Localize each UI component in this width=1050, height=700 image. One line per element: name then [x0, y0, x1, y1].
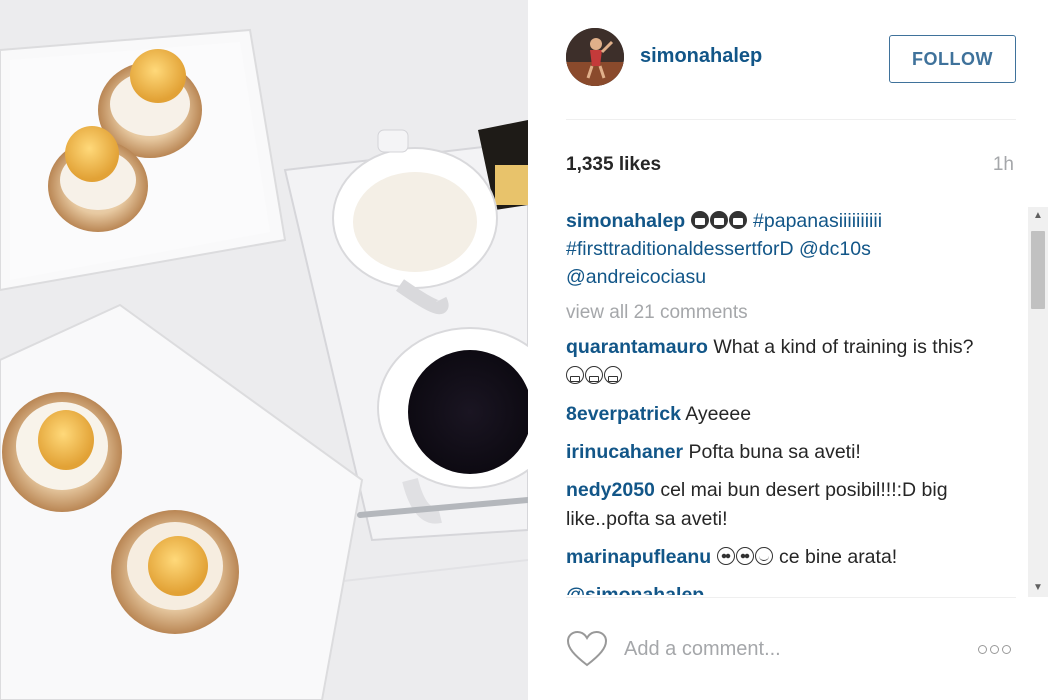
more-options-icon[interactable] — [978, 641, 1016, 657]
mention-link[interactable]: @dc10s — [799, 238, 871, 260]
heart-outline-icon[interactable] — [566, 630, 608, 668]
caption-username[interactable]: simonahalep — [566, 210, 685, 232]
scroll-down-icon[interactable]: ▼ — [1028, 579, 1048, 597]
comment-item: marinapufleanu ce bine arata! — [566, 543, 996, 572]
avatar[interactable] — [566, 28, 624, 86]
scroll-thumb[interactable] — [1031, 231, 1045, 309]
comment-item: quarantamauro What a kind of training is… — [566, 333, 996, 391]
comment-username[interactable]: nedy2050 — [566, 479, 655, 501]
hashtag-link[interactable]: #firsttraditionaldessertforD — [566, 238, 794, 260]
comment-text: What a kind of training is this? — [713, 336, 974, 358]
footer-divider — [566, 597, 1016, 598]
clipped-mention[interactable]: @simonahalep — [566, 581, 996, 595]
papanasi-photo — [0, 0, 528, 700]
comment-item: irinucahaner Pofta buna sa aveti! — [566, 438, 996, 467]
post-details-panel: simonahalep FOLLOW 1,335 likes 1h simona… — [528, 0, 1050, 700]
comment-username[interactable]: irinucahaner — [566, 441, 683, 463]
monkey-emoji-icon — [690, 210, 748, 232]
grinning-emoji-icon — [566, 365, 623, 387]
header-divider — [566, 119, 1016, 120]
comment-item: nedy2050 cel mai bun desert posibil!!!:D… — [566, 476, 996, 534]
follow-button[interactable]: FOLLOW — [889, 35, 1016, 83]
hashtag-link[interactable]: #papanasiiiiiiiiii — [753, 210, 882, 232]
mention-link[interactable]: @andreicociasu — [566, 266, 706, 288]
comment-username[interactable]: 8everpatrick — [566, 403, 681, 425]
comment-text: Ayeeee — [685, 403, 752, 425]
comments-list: simonahalep #papanasiiiiiiiiii #firsttra… — [566, 207, 1028, 597]
comment-username[interactable]: marinapufleanu — [566, 546, 711, 568]
comment-item: 8everpatrick Ayeeee — [566, 400, 996, 429]
comments-scrollbar[interactable]: ▲ ▼ — [1028, 207, 1048, 597]
post-time[interactable]: 1h — [993, 154, 1014, 176]
username-link[interactable]: simonahalep — [640, 45, 762, 68]
likes-count[interactable]: 1,335 likes — [566, 154, 661, 176]
post-header: simonahalep FOLLOW — [528, 0, 1050, 120]
comment-username[interactable]: quarantamauro — [566, 336, 708, 358]
avatar-image — [566, 28, 624, 86]
add-comment-input[interactable] — [624, 632, 954, 666]
post-photo[interactable] — [0, 0, 528, 700]
comment-text: Pofta buna sa aveti! — [688, 441, 861, 463]
heart-eyes-emoji-icon — [716, 546, 774, 568]
comment-text: ce bine arata! — [779, 546, 898, 568]
scroll-up-icon[interactable]: ▲ — [1028, 207, 1048, 225]
view-all-comments[interactable]: view all 21 comments — [566, 299, 1028, 327]
caption: simonahalep #papanasiiiiiiiiii #firsttra… — [566, 207, 996, 291]
